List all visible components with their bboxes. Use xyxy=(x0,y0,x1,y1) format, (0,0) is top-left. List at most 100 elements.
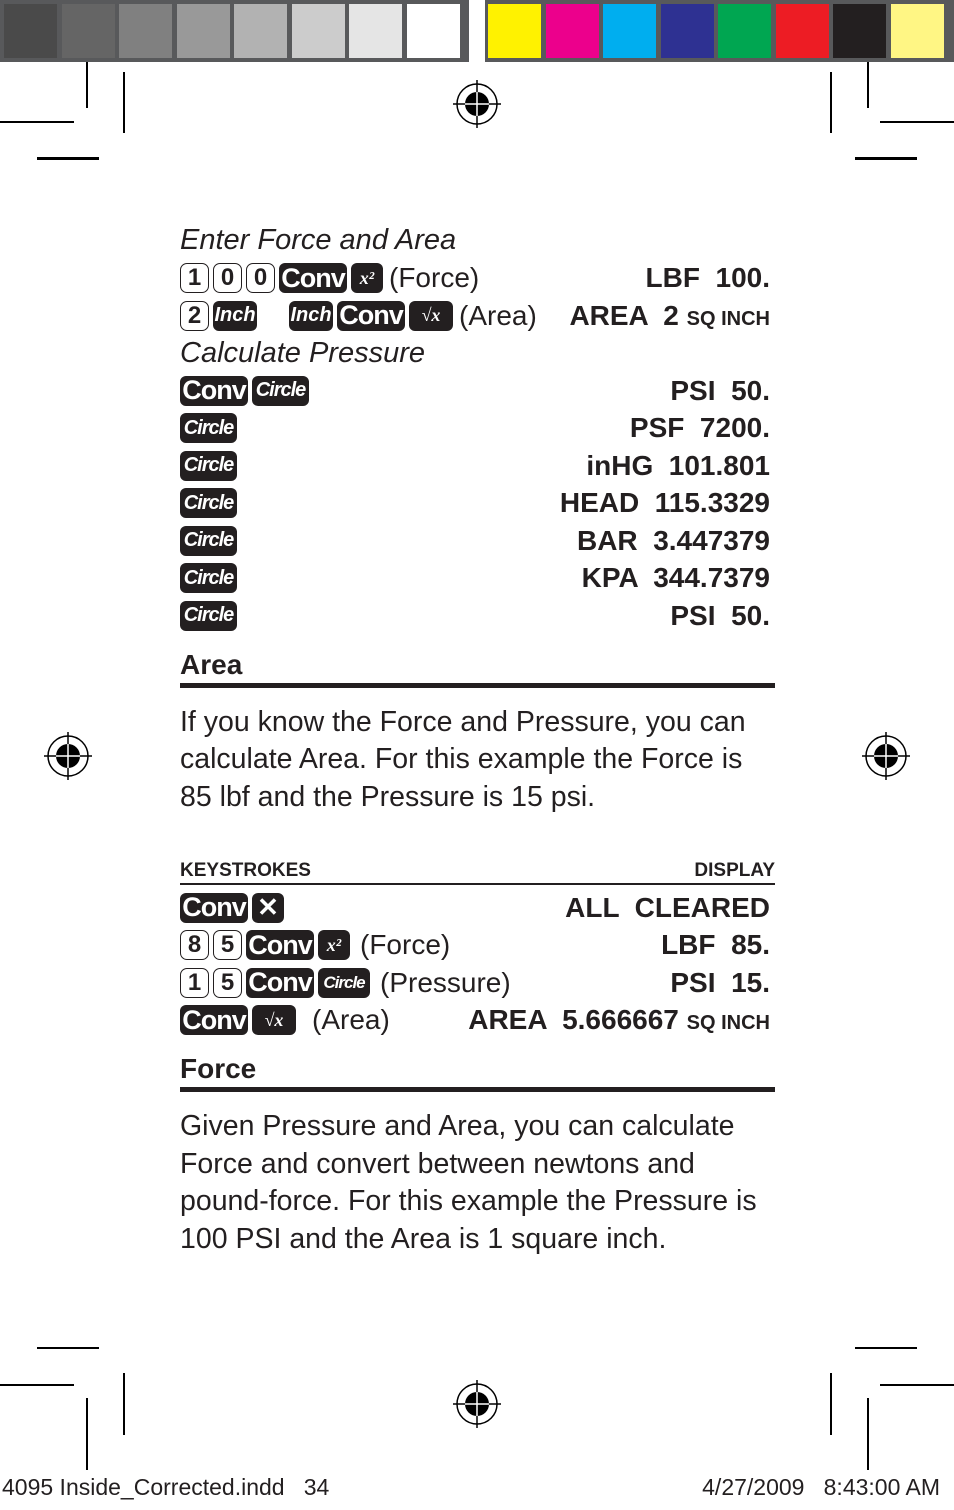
crop-mark xyxy=(123,1373,125,1435)
key-conv: Conv xyxy=(246,967,314,998)
unit-label: SQ INCH xyxy=(686,1012,770,1035)
display-value: PSI 50. xyxy=(670,599,770,631)
calibration-swatch xyxy=(349,4,402,58)
row-label: (Force) xyxy=(360,929,451,961)
section-heading-area: Area xyxy=(180,648,243,680)
key-circle: Circle xyxy=(180,563,237,594)
crop-mark xyxy=(0,121,74,123)
row-label: (Area) xyxy=(459,299,537,331)
key-1: 1 xyxy=(180,967,209,998)
display-value: AREA 2 SQ INCH xyxy=(569,299,770,331)
calibration-swatch xyxy=(603,4,656,58)
key-conv: Conv xyxy=(180,892,248,923)
page-content: Enter Force and Area 1 0 0 Conv x² (Forc… xyxy=(180,222,775,1258)
keystroke-row: Circle PSF 7200. xyxy=(180,410,775,448)
keystroke-row: 8 5 Conv x² (Force) LBF 85. xyxy=(180,927,775,965)
calibration-swatch xyxy=(4,4,57,58)
display-value: LBF 100. xyxy=(645,262,770,294)
registration-mark-icon xyxy=(862,732,910,780)
calibration-swatch xyxy=(61,4,115,58)
key-2: 2 xyxy=(180,300,209,331)
keystroke-row: 2 Inch Inch Conv √x (Area) AREA 2 SQ INC… xyxy=(180,297,775,335)
keystroke-row: Circle inHG 101.801 xyxy=(180,447,775,485)
calibration-swatch xyxy=(488,4,541,58)
key-clear-x-icon: ✕ xyxy=(252,892,284,923)
registration-mark-icon xyxy=(453,80,501,128)
calibration-swatch xyxy=(833,4,886,58)
key-circle: Circle xyxy=(180,600,237,631)
crop-mark xyxy=(880,121,954,123)
calibration-swatch xyxy=(176,4,230,58)
keystroke-row: 1 5 Conv Circle (Pressure) PSI 15. xyxy=(180,964,775,1002)
calculate-pressure-heading: Calculate Pressure xyxy=(180,336,425,369)
crop-mark xyxy=(37,1347,99,1349)
crop-mark xyxy=(0,1384,74,1386)
key-conv: Conv xyxy=(337,300,405,331)
registration-mark-icon xyxy=(453,1380,501,1428)
keystroke-row: Circle PSI 50. xyxy=(180,597,775,635)
key-x-squared: x² xyxy=(351,263,383,294)
keystroke-row: Conv ✕ ALL CLEARED xyxy=(180,889,775,927)
display-value: KPA 344.7379 xyxy=(581,562,770,594)
color-calibration-bar xyxy=(485,0,954,62)
key-circle: Circle xyxy=(180,450,237,481)
key-square-root: √x xyxy=(409,300,453,331)
section-divider xyxy=(180,682,775,688)
display-value: ALL CLEARED xyxy=(565,891,770,923)
key-0: 0 xyxy=(246,263,275,294)
display-value: LBF 85. xyxy=(661,929,770,961)
key-conv: Conv xyxy=(246,930,314,961)
display-value: BAR 3.447379 xyxy=(576,524,770,556)
key-conv: Conv xyxy=(279,263,347,294)
keystroke-row: Conv √x (Area) AREA 5.666667 SQ INCH xyxy=(180,1002,775,1040)
calibration-swatch xyxy=(660,4,714,58)
key-circle: Circle xyxy=(180,488,237,519)
key-circle: Circle xyxy=(180,525,237,556)
unit-label: SQ INCH xyxy=(686,307,770,330)
crop-mark xyxy=(37,157,99,160)
key-square-root: √x xyxy=(252,1005,296,1036)
display-value: HEAD 115.3329 xyxy=(559,487,770,519)
section-heading-force: Force xyxy=(180,1053,257,1084)
key-inch: Inch xyxy=(213,300,257,331)
crop-mark xyxy=(855,157,917,160)
row-label: (Force) xyxy=(389,262,480,294)
calibration-swatch xyxy=(890,4,944,58)
calibration-swatch xyxy=(291,4,345,58)
enter-force-area-heading: Enter Force and Area xyxy=(180,224,457,257)
key-1: 1 xyxy=(180,263,209,294)
key-inch: Inch xyxy=(289,300,333,331)
calibration-swatch xyxy=(119,4,172,58)
key-x-squared: x² xyxy=(318,930,350,961)
crop-mark xyxy=(880,1384,954,1386)
key-8: 8 xyxy=(180,930,209,961)
key-0: 0 xyxy=(213,263,242,294)
area-paragraph: If you know the Force and Pressure, you … xyxy=(180,705,746,813)
keystrokes-header: KEYSTROKES xyxy=(180,860,311,881)
keystroke-row: Circle KPA 344.7379 xyxy=(180,560,775,598)
table-header: KEYSTROKES DISPLAY xyxy=(180,860,775,885)
calibration-swatch xyxy=(718,4,771,58)
display-value: PSF 7200. xyxy=(629,412,770,444)
gray-calibration-bar xyxy=(0,0,469,62)
section-divider xyxy=(180,1087,775,1092)
display-value: PSI 50. xyxy=(670,374,770,406)
key-5: 5 xyxy=(213,930,242,961)
crop-mark xyxy=(855,1347,917,1349)
row-label: (Pressure) xyxy=(380,966,511,998)
calibration-swatch xyxy=(406,4,460,58)
calibration-swatch xyxy=(545,4,599,58)
footer-filename: 4095 Inside_Corrected.indd 34 xyxy=(2,1474,330,1500)
crop-mark xyxy=(86,1398,88,1470)
crop-mark xyxy=(830,1373,832,1435)
key-circle: Circle xyxy=(180,413,237,444)
calibration-swatch xyxy=(775,4,829,58)
keystroke-row: Circle BAR 3.447379 xyxy=(180,522,775,560)
crop-mark xyxy=(830,72,832,133)
keystroke-row: Circle HEAD 115.3329 xyxy=(180,485,775,523)
key-5: 5 xyxy=(213,967,242,998)
display-value: inHG 101.801 xyxy=(586,449,770,481)
display-value: AREA 5.666667 SQ INCH xyxy=(468,1004,770,1036)
crop-mark xyxy=(867,62,869,108)
display-header: DISPLAY xyxy=(694,860,775,881)
